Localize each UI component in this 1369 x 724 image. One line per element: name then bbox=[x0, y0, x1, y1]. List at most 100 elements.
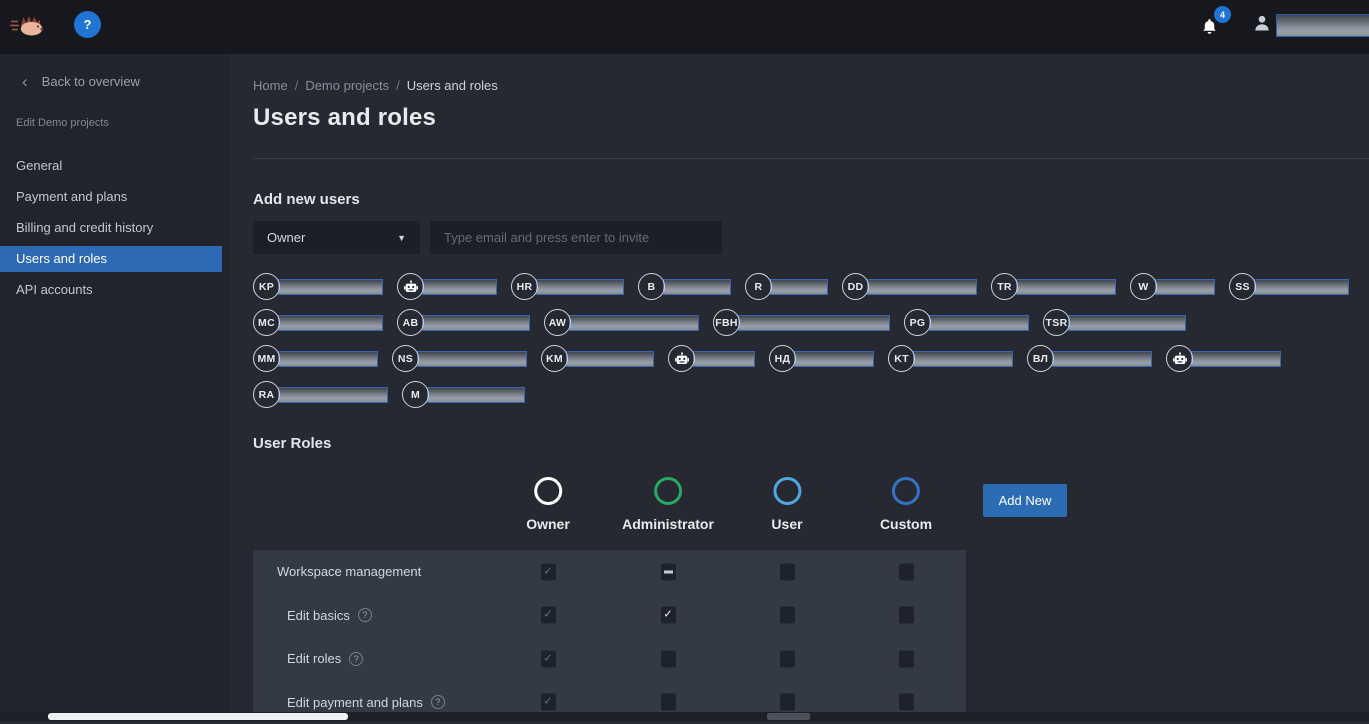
hedgehog-logo-icon[interactable] bbox=[10, 10, 46, 42]
member-chip[interactable]: B bbox=[638, 273, 731, 300]
role-column-owner: Owner bbox=[526, 477, 570, 532]
robot-avatar-icon bbox=[397, 273, 424, 300]
checkbox-administrator-edit-roles[interactable] bbox=[661, 650, 676, 667]
checkbox-administrator-edit-basics[interactable]: ✓ bbox=[661, 607, 676, 624]
redacted-member-name bbox=[663, 279, 731, 295]
member-avatar: M bbox=[402, 381, 429, 408]
help-button[interactable]: ? bbox=[74, 11, 101, 38]
permissions-table: Workspace management✓Edit basics?✓✓Edit … bbox=[253, 550, 966, 721]
user-roles-heading: User Roles bbox=[253, 435, 331, 452]
invite-role-select[interactable]: Owner ▼ bbox=[253, 221, 420, 254]
member-chip[interactable]: KP bbox=[253, 273, 383, 300]
help-icon[interactable]: ? bbox=[431, 695, 445, 709]
secondary-scrollbar-thumb[interactable] bbox=[767, 713, 810, 720]
breadcrumb-item-demo-projects[interactable]: Demo projects bbox=[305, 78, 389, 93]
member-chip[interactable]: FBH bbox=[713, 309, 890, 336]
user-menu[interactable] bbox=[1252, 12, 1369, 39]
redacted-member-name bbox=[427, 387, 525, 403]
member-avatar: TR bbox=[991, 273, 1018, 300]
horizontal-scrollbar-track[interactable] bbox=[0, 712, 1369, 721]
title-divider bbox=[253, 158, 1369, 159]
member-chip[interactable]: MC bbox=[253, 309, 383, 336]
horizontal-scrollbar-thumb[interactable] bbox=[48, 713, 348, 720]
breadcrumb-separator: / bbox=[295, 78, 299, 93]
redacted-member-name bbox=[566, 351, 654, 367]
back-to-overview-link[interactable]: ‹ Back to overview bbox=[0, 54, 230, 89]
breadcrumb-item-home[interactable]: Home bbox=[253, 78, 288, 93]
checkbox-custom-edit-roles[interactable] bbox=[899, 650, 914, 667]
member-avatar: PG bbox=[904, 309, 931, 336]
sidebar-item-payment-and-plans[interactable]: Payment and plans bbox=[0, 184, 222, 210]
checkbox-user-edit-payment-and-plans[interactable] bbox=[780, 694, 795, 711]
member-avatar: TSR bbox=[1043, 309, 1070, 336]
redacted-member-name bbox=[278, 387, 388, 403]
member-chip[interactable]: MM bbox=[253, 345, 378, 372]
sidebar-item-api-accounts[interactable]: API accounts bbox=[0, 277, 222, 303]
bot-member-chip[interactable] bbox=[397, 273, 497, 300]
sidebar-item-users-and-roles[interactable]: Users and roles bbox=[0, 246, 222, 272]
sidebar-item-billing-and-credit-history[interactable]: Billing and credit history bbox=[0, 215, 222, 241]
add-new-users-heading: Add new users bbox=[253, 191, 360, 208]
member-chip[interactable]: W bbox=[1130, 273, 1215, 300]
member-chip[interactable]: NS bbox=[392, 345, 527, 372]
member-chip[interactable]: SS bbox=[1229, 273, 1349, 300]
redacted-member-name bbox=[929, 315, 1029, 331]
role-label-custom: Custom bbox=[880, 516, 932, 532]
redacted-member-name bbox=[536, 279, 624, 295]
member-chip[interactable]: ВЛ bbox=[1027, 345, 1152, 372]
role-circle-user[interactable] bbox=[773, 477, 801, 505]
permission-label: Edit payment and plans bbox=[253, 695, 423, 710]
member-chip[interactable]: AB bbox=[397, 309, 530, 336]
help-icon[interactable]: ? bbox=[358, 608, 372, 622]
redacted-member-name bbox=[422, 315, 530, 331]
notifications-button[interactable]: 4 bbox=[1200, 10, 1236, 44]
help-icon[interactable]: ? bbox=[349, 652, 363, 666]
checkbox-user-edit-roles[interactable] bbox=[780, 650, 795, 667]
add-new-role-button[interactable]: Add New bbox=[983, 484, 1067, 517]
sidebar-item-general[interactable]: General bbox=[0, 153, 222, 179]
role-circle-custom[interactable] bbox=[892, 477, 920, 505]
sidebar-section-label: Edit Demo projects bbox=[0, 89, 230, 129]
role-circle-administrator[interactable] bbox=[654, 477, 682, 505]
checkbox-custom-edit-payment-and-plans[interactable] bbox=[899, 694, 914, 711]
topbar: ? 4 bbox=[0, 0, 1369, 54]
checkbox-administrator-workspace-management[interactable] bbox=[661, 563, 676, 580]
permission-row-edit-roles: Edit roles?✓ bbox=[253, 637, 966, 681]
redacted-member-name bbox=[1068, 315, 1186, 331]
checkbox-owner-workspace-management[interactable]: ✓ bbox=[541, 563, 556, 580]
member-chip[interactable]: НД bbox=[769, 345, 874, 372]
member-avatar: MC bbox=[253, 309, 280, 336]
checkbox-administrator-edit-payment-and-plans[interactable] bbox=[661, 694, 676, 711]
member-chip[interactable]: TSR bbox=[1043, 309, 1186, 336]
member-avatar: DD bbox=[842, 273, 869, 300]
role-circle-owner[interactable] bbox=[534, 477, 562, 505]
bot-member-chip[interactable] bbox=[1166, 345, 1281, 372]
redacted-member-name bbox=[867, 279, 977, 295]
checkbox-custom-edit-basics[interactable] bbox=[899, 607, 914, 624]
redacted-member-name bbox=[1052, 351, 1152, 367]
page-title: Users and roles bbox=[253, 104, 436, 132]
redacted-member-name bbox=[278, 315, 383, 331]
member-chip[interactable]: RA bbox=[253, 381, 388, 408]
member-chip[interactable]: AW bbox=[544, 309, 699, 336]
checkbox-owner-edit-basics[interactable]: ✓ bbox=[541, 607, 556, 624]
member-chip[interactable]: KM bbox=[541, 345, 654, 372]
robot-avatar-icon bbox=[1166, 345, 1193, 372]
member-chip[interactable]: TR bbox=[991, 273, 1116, 300]
invite-email-input[interactable] bbox=[430, 221, 722, 254]
member-chip[interactable]: R bbox=[745, 273, 828, 300]
role-label-administrator: Administrator bbox=[622, 516, 714, 532]
checkbox-user-workspace-management[interactable] bbox=[780, 563, 795, 580]
member-chip[interactable]: HR bbox=[511, 273, 624, 300]
checkbox-user-edit-basics[interactable] bbox=[780, 607, 795, 624]
bot-member-chip[interactable] bbox=[668, 345, 755, 372]
checkbox-owner-edit-roles[interactable]: ✓ bbox=[541, 650, 556, 667]
checkbox-custom-workspace-management[interactable] bbox=[899, 563, 914, 580]
permission-row-workspace-management: Workspace management ✓ bbox=[253, 550, 966, 594]
member-chip[interactable]: KT bbox=[888, 345, 1013, 372]
member-chip[interactable]: PG bbox=[904, 309, 1029, 336]
checkbox-owner-edit-payment-and-plans[interactable]: ✓ bbox=[541, 694, 556, 711]
member-chip[interactable]: M bbox=[402, 381, 525, 408]
permission-label: Workspace management bbox=[253, 564, 421, 579]
member-chip[interactable]: DD bbox=[842, 273, 977, 300]
